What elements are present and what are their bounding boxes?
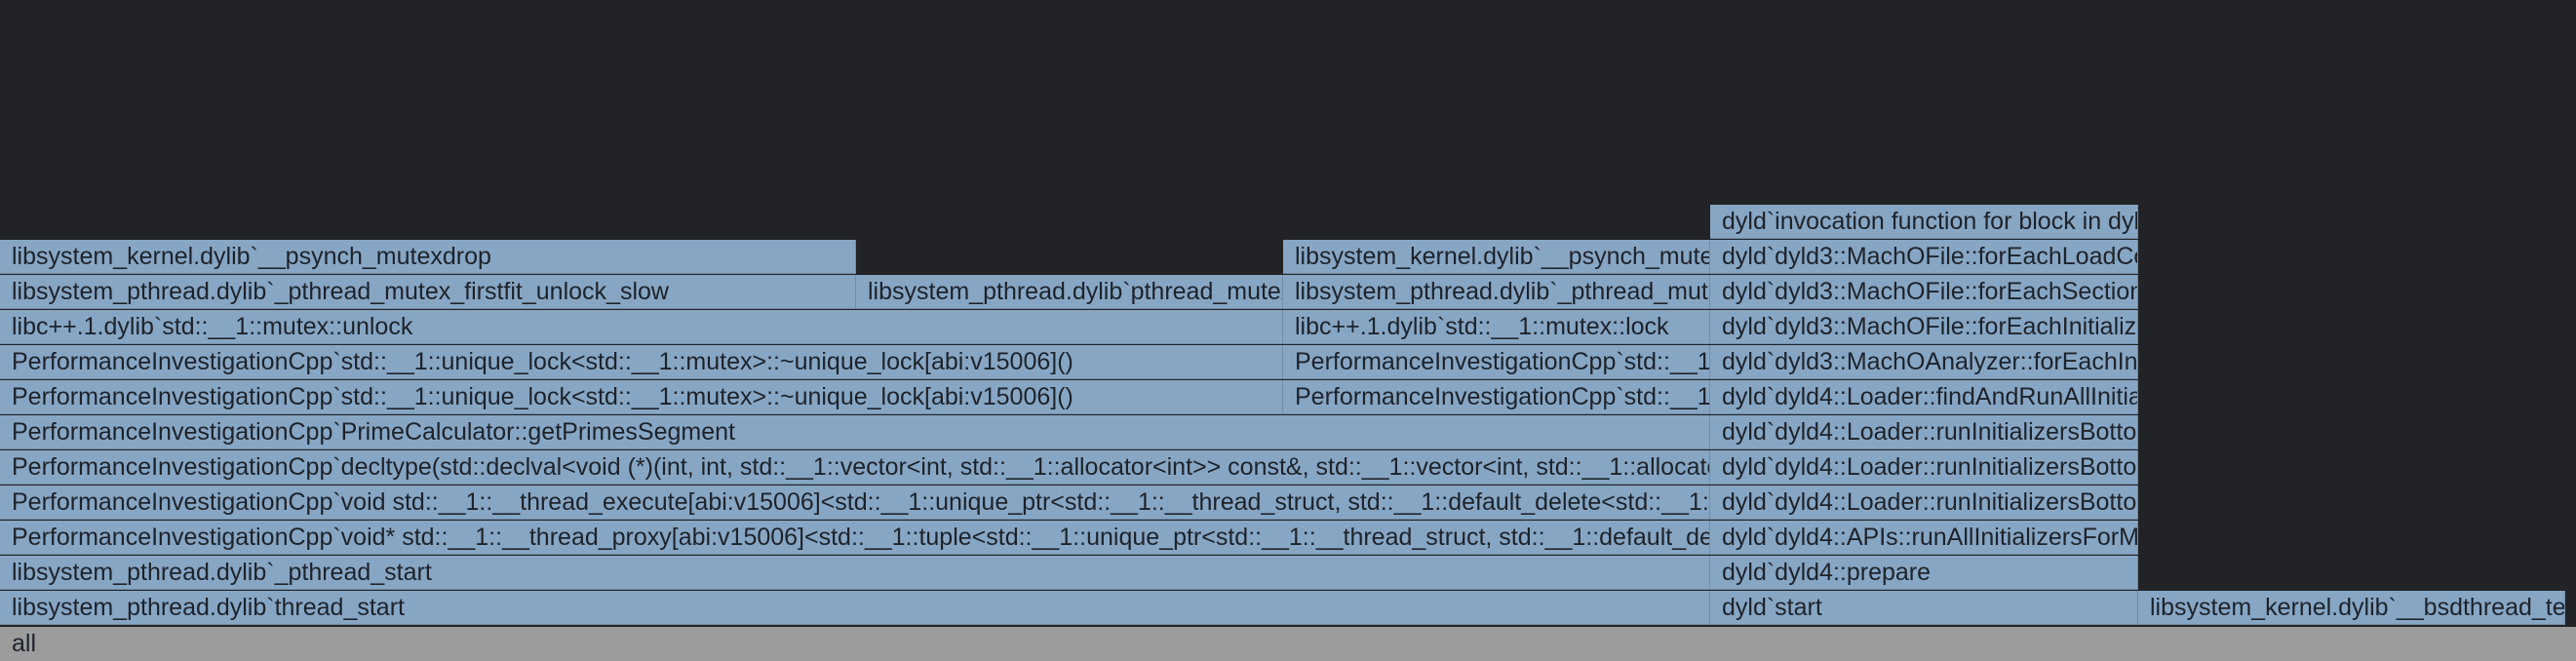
frame-dyld-start[interactable]: dyld`start bbox=[1710, 591, 2138, 625]
frame-unique-lock-constructor-2[interactable]: PerformanceInvestigationCpp`std::__1::un… bbox=[1283, 380, 1710, 414]
frame-root-all[interactable]: all bbox=[0, 627, 2576, 661]
frame-unique-lock-constructor-1[interactable]: PerformanceInvestigationCpp`std::__1::un… bbox=[1283, 345, 1710, 379]
frame-thread-start[interactable]: libsystem_pthread.dylib`thread_start bbox=[0, 591, 1710, 625]
frame-dyld-prepare[interactable]: dyld`dyld4::prepare bbox=[1710, 556, 2138, 590]
frame-unique-lock-destructor-2[interactable]: PerformanceInvestigationCpp`std::__1::un… bbox=[0, 380, 1283, 414]
frame-mutex-lock[interactable]: libc++.1.dylib`std::__1::mutex::lock bbox=[1283, 310, 1710, 344]
frame-thread-execute[interactable]: PerformanceInvestigationCpp`void std::__… bbox=[0, 486, 1710, 520]
frame-dyld-run-initializers-bottom-up-1[interactable]: dyld`dyld4::Loader::runInitializersBotto… bbox=[1710, 415, 2138, 449]
frame-get-primes-segment[interactable]: PerformanceInvestigationCpp`PrimeCalcula… bbox=[0, 415, 1710, 449]
frame-pthread-mutex-unlock[interactable]: libsystem_pthread.dylib`pthread_mutex_un… bbox=[856, 275, 1283, 309]
frame-dyld-foreach-load-command[interactable]: dyld`dyld3::MachOFile::forEachLoadComman… bbox=[1710, 240, 2138, 274]
frame-pthread-mutex-firstfit-unlock-slow[interactable]: libsystem_pthread.dylib`_pthread_mutex_f… bbox=[0, 275, 856, 309]
frame-mutex-unlock[interactable]: libc++.1.dylib`std::__1::mutex::unlock bbox=[0, 310, 1283, 344]
frame-dyld-run-initializers-bottom-up-plus-upward[interactable]: dyld`dyld4::Loader::runInitializersBotto… bbox=[1710, 486, 2138, 520]
frame-bsdthread-terminate[interactable]: libsystem_kernel.dylib`__bsdthread_termi… bbox=[2138, 591, 2565, 625]
frame-decltype-invoke[interactable]: PerformanceInvestigationCpp`decltype(std… bbox=[0, 450, 1710, 485]
frame-thread-proxy[interactable]: PerformanceInvestigationCpp`void* std::_… bbox=[0, 521, 1710, 555]
frame-dyld-invocation-block[interactable]: dyld`invocation function for block in dy… bbox=[1710, 205, 2138, 239]
frame-unique-lock-destructor-1[interactable]: PerformanceInvestigationCpp`std::__1::un… bbox=[0, 345, 1283, 379]
frame-dyld-foreach-initializer-pointer-section[interactable]: dyld`dyld3::MachOFile::forEachInitialize… bbox=[1710, 310, 2138, 344]
frame-dyld-foreach-initializer[interactable]: dyld`dyld3::MachOAnalyzer::forEachInitia… bbox=[1710, 345, 2138, 379]
frame-pthread-start[interactable]: libsystem_pthread.dylib`_pthread_start bbox=[0, 556, 1710, 590]
frame-dyld-foreach-section[interactable]: dyld`dyld3::MachOFile::forEachSection bbox=[1710, 275, 2138, 309]
frame-psynch-mutexwait[interactable]: libsystem_kernel.dylib`__psynch_mutexwai… bbox=[1283, 240, 1710, 274]
frame-dyld-run-all-initializers-for-main[interactable]: dyld`dyld4::APIs::runAllInitializersForM… bbox=[1710, 521, 2138, 555]
frame-psynch-mutexdrop[interactable]: libsystem_kernel.dylib`__psynch_mutexdro… bbox=[0, 240, 856, 274]
frame-pthread-mutex-firstfit-lock-wait[interactable]: libsystem_pthread.dylib`_pthread_mutex_f… bbox=[1283, 275, 1710, 309]
frame-dyld-run-initializers-bottom-up-2[interactable]: dyld`dyld4::Loader::runInitializersBotto… bbox=[1710, 450, 2138, 485]
frame-dyld-find-and-run-all-initializers[interactable]: dyld`dyld4::Loader::findAndRunAllInitial… bbox=[1710, 380, 2138, 414]
